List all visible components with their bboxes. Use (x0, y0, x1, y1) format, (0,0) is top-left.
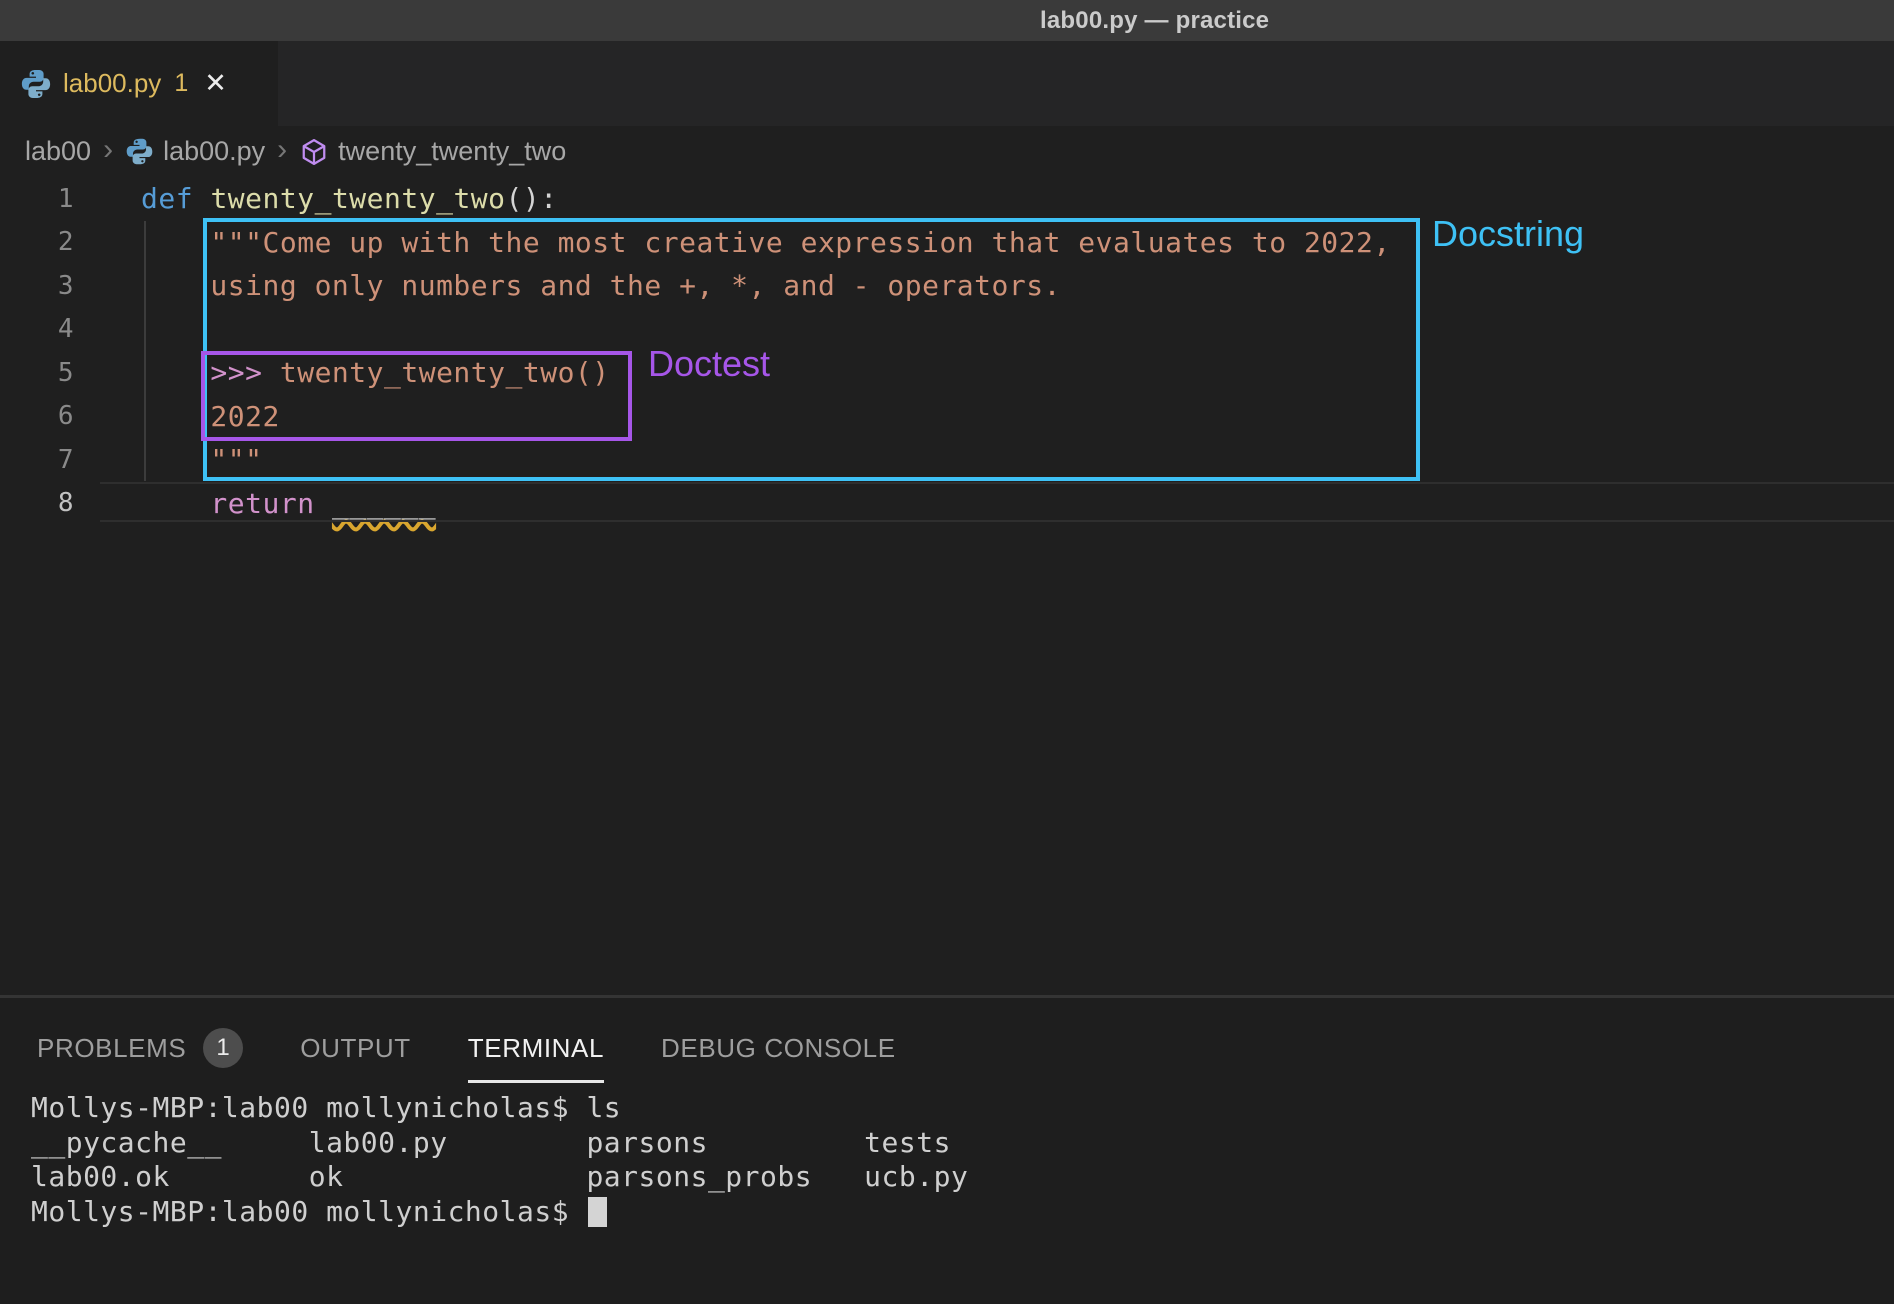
terminal-prompt-line: Mollys-MBP:lab00 mollynicholas$ (31, 1195, 968, 1230)
code-text[interactable]: >>> twenty_twenty_two() (74, 356, 610, 389)
tab-terminal-label: TERMINAL (468, 1033, 604, 1064)
code-line-5[interactable]: 5 >>> twenty_twenty_two() (0, 351, 1894, 395)
panel-tab-bar: PROBLEMS 1 OUTPUT TERMINAL DEBUG CONSOLE (37, 998, 896, 1098)
terminal-line: Mollys-MBP:lab00 mollynicholas$ ls (31, 1091, 968, 1126)
tab-problems-label: PROBLEMS (37, 1033, 186, 1064)
code-text[interactable]: return ______ (74, 487, 436, 520)
code-text[interactable]: def twenty_twenty_two(): (74, 182, 558, 215)
code-editor: 1 def twenty_twenty_two(): 2 """Come up … (0, 177, 1894, 995)
terminal-cursor (588, 1197, 607, 1227)
tab-problems[interactable]: PROBLEMS 1 (37, 998, 243, 1098)
code-text[interactable]: using only numbers and the +, *, and - o… (74, 269, 1061, 302)
breadcrumb-symbol-label: twenty_twenty_two (338, 136, 566, 167)
problems-count-badge: 1 (203, 1028, 243, 1068)
code-token: 2022 (141, 400, 280, 433)
line-number: 5 (0, 358, 74, 388)
line-number: 6 (0, 401, 74, 431)
indent-guide (144, 221, 146, 481)
code-line-3[interactable]: 3 using only numbers and the +, *, and -… (0, 264, 1894, 308)
breadcrumb: lab00 › lab00.py › twenty_twenty_two (0, 126, 1894, 177)
chevron-right-icon: › (103, 135, 113, 169)
blank-placeholder-warning: ______ (332, 487, 436, 520)
code-line-8[interactable]: 8 return ______ (0, 482, 1894, 526)
line-number: 1 (0, 184, 74, 214)
title-bar: lab00.py — practice (0, 0, 1894, 41)
code-token: """ (141, 443, 263, 476)
chevron-right-icon: › (277, 135, 287, 169)
tab-output-label: OUTPUT (300, 1033, 410, 1064)
vscode-window: { "window": { "title": "lab00.py — pract… (0, 0, 1894, 1304)
close-icon[interactable]: ✕ (204, 70, 227, 97)
line-number: 2 (0, 227, 74, 257)
tab-terminal[interactable]: TERMINAL (468, 998, 604, 1098)
breadcrumb-file[interactable]: lab00.py (125, 136, 265, 167)
terminal-line: __pycache__ lab00.py parsons tests (31, 1126, 968, 1161)
tab-debug-console[interactable]: DEBUG CONSOLE (661, 998, 896, 1098)
bottom-panel: PROBLEMS 1 OUTPUT TERMINAL DEBUG CONSOLE… (0, 995, 1894, 1304)
tab-output[interactable]: OUTPUT (300, 998, 410, 1098)
code-token: using only numbers and the +, *, and - o… (141, 269, 1061, 302)
tab-problem-badge: 1 (174, 69, 188, 98)
breadcrumb-file-label: lab00.py (163, 136, 265, 167)
doctest-annotation-label: Doctest (648, 343, 770, 385)
terminal-line: lab00.ok ok parsons_probs ucb.py (31, 1160, 968, 1195)
tab-debug-console-label: DEBUG CONSOLE (661, 1033, 896, 1064)
code-line-4[interactable]: 4 (0, 308, 1894, 352)
code-line-6[interactable]: 6 2022 (0, 395, 1894, 439)
code-token: twenty_twenty_two() (280, 356, 610, 389)
breadcrumb-symbol[interactable]: twenty_twenty_two (299, 136, 566, 167)
line-number: 4 (0, 314, 74, 344)
code-line-1[interactable]: 1 def twenty_twenty_two(): (0, 177, 1894, 221)
code-text[interactable]: 2022 (74, 400, 280, 433)
code-token: def (141, 182, 210, 215)
tab-filename: lab00.py (63, 68, 161, 99)
code-text[interactable]: """Come up with the most creative expres… (74, 226, 1391, 259)
line-number: 3 (0, 271, 74, 301)
cube-symbol-icon (299, 137, 329, 167)
terminal-output[interactable]: Mollys-MBP:lab00 mollynicholas$ ls __pyc… (31, 1091, 968, 1229)
line-number-active: 8 (0, 488, 74, 518)
code-token: """Come up with the most creative expres… (141, 226, 1391, 259)
window-title: lab00.py — practice (1040, 0, 1269, 41)
terminal-prompt: Mollys-MBP:lab00 mollynicholas$ (31, 1195, 586, 1228)
python-file-icon (125, 137, 154, 166)
line-number: 7 (0, 445, 74, 475)
code-line-7[interactable]: 7 """ (0, 438, 1894, 482)
tab-strip: lab00.py 1 ✕ (0, 41, 1894, 126)
python-file-icon (20, 68, 52, 100)
tab-lab00py[interactable]: lab00.py 1 ✕ (0, 41, 278, 126)
code-text[interactable]: """ (74, 443, 263, 476)
code-token: return (141, 487, 332, 520)
code-token: twenty_twenty_two (210, 182, 505, 215)
code-line-2[interactable]: 2 """Come up with the most creative expr… (0, 221, 1894, 265)
breadcrumb-folder[interactable]: lab00 (25, 136, 91, 167)
docstring-annotation-label: Docstring (1432, 213, 1584, 255)
code-token: >>> (141, 356, 280, 389)
code-token: (): (506, 182, 558, 215)
